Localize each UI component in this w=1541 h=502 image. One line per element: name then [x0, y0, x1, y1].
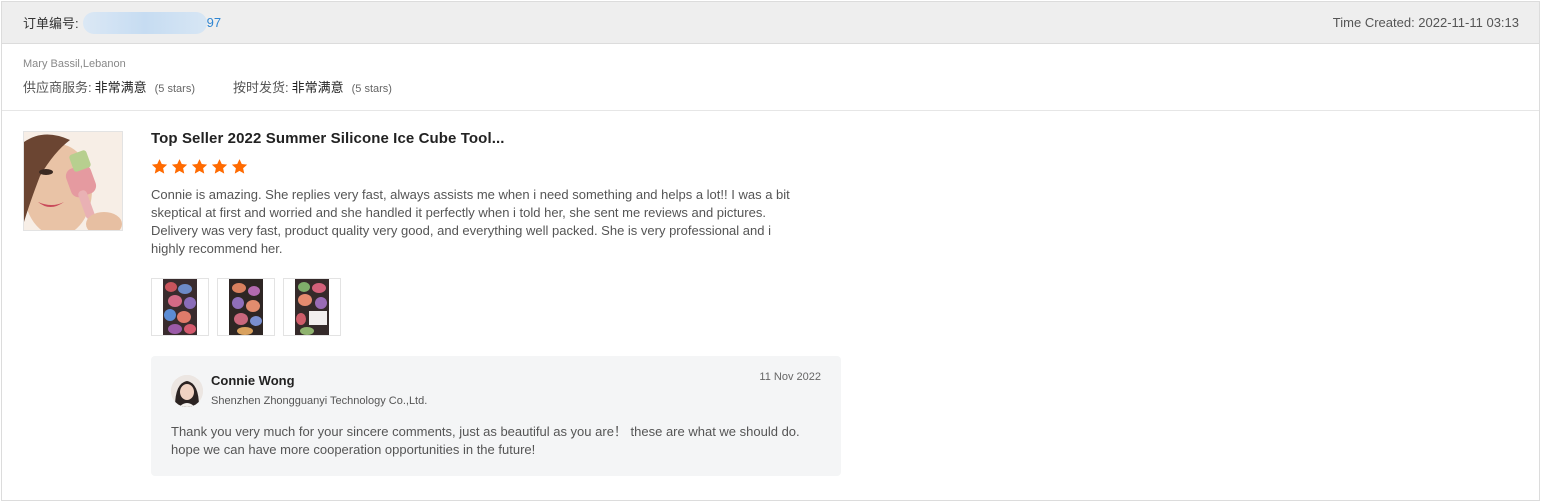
avatar-image	[171, 375, 203, 407]
product-thumbnail[interactable]	[23, 131, 123, 231]
product-title[interactable]: Top Seller 2022 Summer Silicone Ice Cube…	[151, 130, 841, 147]
order-header: 订单编号: 97 Time Created: 2022-11-11 03:13	[2, 2, 1539, 44]
review-photo-image	[163, 279, 197, 335]
review-main: Top Seller 2022 Summer Silicone Ice Cube…	[151, 130, 841, 476]
star-icon	[191, 159, 208, 174]
star-icon	[211, 159, 228, 174]
review-photo[interactable]	[217, 278, 275, 336]
order-number: 订单编号: 97	[23, 11, 221, 34]
reply-date: 11 Nov 2022	[759, 371, 821, 383]
review-photo-image	[229, 279, 263, 335]
reply-author-name: Connie Wong	[211, 373, 295, 388]
reply-author: Connie Wong Shenzhen Zhongguanyi Technol…	[211, 373, 427, 407]
reply-text: Thank you very much for your sincere com…	[171, 424, 800, 457]
review-photo[interactable]	[283, 278, 341, 336]
buyer-section: Mary Bassil,Lebanon 供应商服务: 非常满意 (5 stars…	[2, 44, 1539, 111]
star-icon	[171, 159, 188, 174]
star-icon	[151, 159, 168, 174]
order-number-label: 订单编号:	[23, 16, 79, 31]
rating-value: 非常满意	[291, 80, 344, 95]
rating-on-time-shipment: 按时发货: 非常满意 (5 stars)	[233, 77, 392, 96]
reply-header: Connie Wong Shenzhen Zhongguanyi Technol…	[171, 373, 821, 407]
review-photo-image	[295, 279, 329, 335]
buyer-name-location: Mary Bassil,Lebanon	[23, 58, 126, 70]
rating-label: 按时发货:	[232, 80, 289, 95]
time-created: Time Created: 2022-11-11 03:13	[1332, 15, 1519, 30]
rating-label: 供应商服务:	[23, 80, 92, 95]
order-number-link[interactable]: 97	[207, 15, 221, 30]
avatar	[171, 375, 203, 407]
review-card: 订单编号: 97 Time Created: 2022-11-11 03:13 …	[1, 1, 1540, 501]
order-number-redacted	[82, 11, 207, 34]
reply-company: Shenzhen Zhongguanyi Technology Co.,Ltd.	[211, 395, 428, 407]
rating-value: 非常满意	[94, 80, 147, 95]
product-image	[24, 132, 122, 230]
review-photo[interactable]	[151, 278, 209, 336]
star-icon	[231, 159, 248, 174]
review-text: Connie is amazing. She replies very fast…	[151, 187, 790, 256]
supplier-reply: Connie Wong Shenzhen Zhongguanyi Technol…	[151, 356, 841, 476]
rating-stars-text: (5 stars)	[351, 83, 392, 95]
rating-supplier-service: 供应商服务: 非常满意 (5 stars)	[23, 77, 195, 96]
star-rating	[151, 158, 841, 178]
buyer-ratings: 供应商服务: 非常满意 (5 stars) 按时发货: 非常满意 (5 star…	[23, 77, 1518, 96]
review-photos	[151, 278, 841, 336]
rating-stars-text: (5 stars)	[154, 83, 195, 95]
